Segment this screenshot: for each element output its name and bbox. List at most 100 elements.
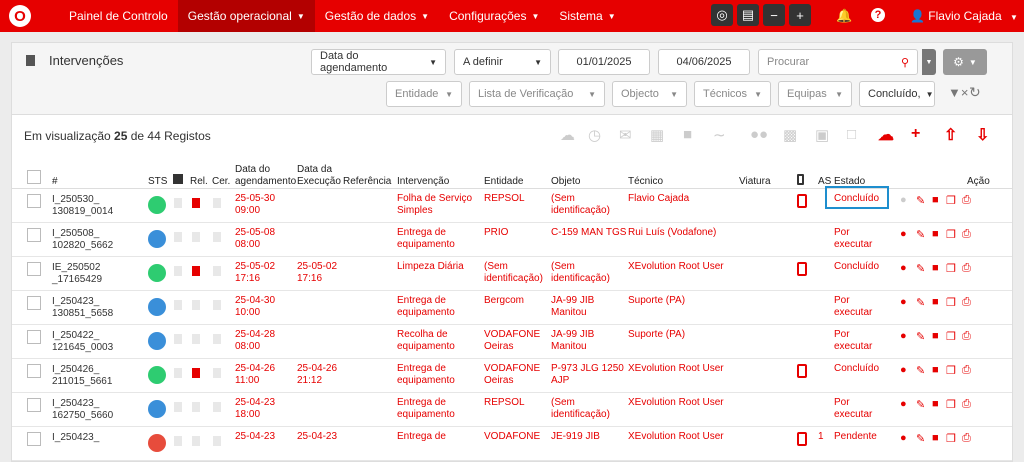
duplicate-icon[interactable]: ❐ (946, 262, 956, 275)
assign-user-icon[interactable]: ● (900, 364, 907, 376)
help-icon[interactable]: ? (871, 8, 885, 22)
edit-icon[interactable]: ✎ (916, 432, 925, 445)
edit-icon[interactable]: ✎ (916, 330, 925, 343)
edit-icon[interactable]: ✎ (916, 398, 925, 411)
pdf-report-icon[interactable] (192, 266, 200, 276)
print-icon[interactable]: ⎙ (962, 432, 971, 445)
intervention-type[interactable]: Recolha de (397, 329, 448, 341)
copy-icon[interactable] (174, 436, 182, 446)
intervention-type[interactable]: Limpeza Diária (397, 261, 464, 273)
intervention-type[interactable]: Entrega de (397, 227, 446, 239)
intervention-type[interactable]: Entrega de (397, 397, 446, 409)
table-row[interactable]: I_250423_ 162750_5660 25-04-23 18:00 Entrega… (12, 393, 1012, 427)
plus-button[interactable]: + (789, 4, 811, 26)
row-checkbox[interactable] (27, 262, 41, 276)
cloud-upload-icon[interactable]: ☁ (560, 126, 575, 144)
nav-item-0[interactable]: Painel de Controlo (59, 0, 178, 32)
nav-item-3[interactable]: Configurações ▼ (439, 0, 549, 32)
copy-icon[interactable] (174, 334, 182, 344)
search-dropdown-button[interactable]: ▼ (922, 49, 936, 75)
table-row[interactable]: I_250422_ 121645_0003 25-04-28 08:00 Recolha… (12, 325, 1012, 359)
row-checkbox[interactable] (27, 194, 41, 208)
date-from-input[interactable]: 01/01/2025 (558, 49, 650, 75)
reload-icon[interactable]: ↻ (969, 84, 981, 101)
id-card-icon[interactable]: ▤ (737, 4, 759, 26)
email-icon[interactable]: ✉ (619, 126, 632, 144)
select-all-checkbox[interactable] (27, 170, 41, 184)
edit-icon[interactable]: ✎ (916, 364, 925, 377)
nav-item-4[interactable]: Sistema ▼ (549, 0, 625, 32)
table-row[interactable]: IE_250502 _17165429 25-05-02 17:16 25-05-02 1… (12, 257, 1012, 291)
checklist-filter[interactable]: Lista de Verificação ▼ (469, 81, 605, 107)
date-type-select[interactable]: Data do agendamento ▼ (311, 49, 446, 75)
entidade-filter[interactable]: Entidade ▼ (386, 81, 462, 107)
duplicate-icon[interactable]: ❐ (946, 364, 956, 377)
duplicate-icon[interactable]: ❐ (946, 296, 956, 309)
table-row[interactable]: I_250423_ 25-04-23 25-04-23 Entrega de VODAF… (12, 427, 1012, 461)
delete-icon[interactable]: ■ (932, 432, 939, 444)
print-icon[interactable]: ⎙ (962, 296, 971, 309)
estado-filter[interactable]: Concluído, ▼ (859, 81, 935, 107)
nav-item-2[interactable]: Gestão de dados ▼ (315, 0, 439, 32)
delete-icon[interactable]: ■ (932, 296, 939, 308)
assign-user-icon[interactable]: ● (900, 262, 907, 274)
edit-icon[interactable]: ✎ (916, 262, 925, 275)
edit-icon[interactable]: ✎ (916, 296, 925, 309)
delete-icon[interactable]: ■ (932, 262, 939, 274)
intervention-type[interactable]: Entrega de (397, 431, 446, 443)
assign-user-icon[interactable]: ● (900, 194, 907, 206)
edit-icon[interactable]: ✎ (916, 194, 925, 207)
duplicate-icon[interactable]: ❐ (946, 194, 956, 207)
search-input[interactable]: Procurar ⚲ (758, 49, 918, 75)
copy-icon[interactable] (174, 300, 182, 310)
trash-icon[interactable]: □ (847, 126, 856, 143)
intervention-type[interactable]: Entrega de (397, 363, 446, 375)
copy-icon[interactable] (174, 368, 182, 378)
print-icon[interactable]: ⎙ (962, 194, 971, 207)
clear-filter-icon[interactable]: ▼× (948, 85, 968, 100)
user-menu[interactable]: 👤 Flavio Cajada ▼ (910, 9, 1018, 23)
copy-icon[interactable] (174, 198, 182, 208)
nav-item-1[interactable]: Gestão operacional ▼ (177, 0, 315, 32)
print-icon[interactable]: ⎙ (962, 228, 971, 241)
period-select[interactable]: A definir ▼ (454, 49, 551, 75)
signature-icon[interactable]: ∼ (713, 126, 726, 144)
print-icon[interactable]: ⎙ (962, 364, 971, 377)
delete-icon[interactable]: ■ (932, 330, 939, 342)
pdf-report-icon[interactable] (192, 198, 200, 208)
table-row[interactable]: I_250426_ 211015_5661 25-04-26 11:00 25-04-2… (12, 359, 1012, 393)
row-checkbox[interactable] (27, 228, 41, 242)
copy-icon[interactable] (174, 402, 182, 412)
row-checkbox[interactable] (27, 398, 41, 412)
duplicate-icon[interactable]: ❐ (946, 330, 956, 343)
add-icon[interactable]: + (911, 125, 920, 143)
clock-icon[interactable]: ◷ (588, 126, 601, 144)
chat-icon[interactable]: ◎ (711, 4, 733, 26)
row-checkbox[interactable] (27, 296, 41, 310)
delete-icon[interactable]: ■ (932, 364, 939, 376)
row-checkbox[interactable] (27, 364, 41, 378)
duplicate-icon[interactable]: ❐ (946, 228, 956, 241)
assign-user-icon[interactable]: ● (900, 330, 907, 342)
tecnicos-filter[interactable]: Técnicos ▼ (694, 81, 771, 107)
row-checkbox[interactable] (27, 330, 41, 344)
intervention-type[interactable]: Entrega de (397, 295, 446, 307)
assign-user-icon[interactable]: ● (900, 432, 907, 444)
delete-icon[interactable]: ■ (932, 228, 939, 240)
print-icon[interactable]: ⎙ (962, 398, 971, 411)
table-row[interactable]: I_250423_ 130851_5658 25-04-30 10:00 Entrega… (12, 291, 1012, 325)
excel-icon[interactable]: ▣ (815, 126, 829, 144)
settings-button[interactable]: ⚙ ▼ (943, 49, 987, 75)
assign-user-icon[interactable]: ● (900, 228, 907, 240)
car-icon[interactable]: ▩ (783, 126, 797, 144)
print-icon[interactable]: ⎙ (962, 262, 971, 275)
objecto-filter[interactable]: Objecto ▼ (612, 81, 687, 107)
copy-icon[interactable] (174, 232, 182, 242)
delete-icon[interactable]: ■ (932, 398, 939, 410)
upload-icon[interactable]: ⇧ (944, 125, 957, 145)
print-icon[interactable]: ⎙ (962, 330, 971, 343)
vodafone-logo-icon[interactable]: O (9, 5, 31, 27)
search-icon[interactable]: ⚲ (901, 56, 909, 69)
cloud-add-icon[interactable]: ☁ (878, 125, 894, 145)
map-icon[interactable]: ▦ (650, 126, 664, 144)
